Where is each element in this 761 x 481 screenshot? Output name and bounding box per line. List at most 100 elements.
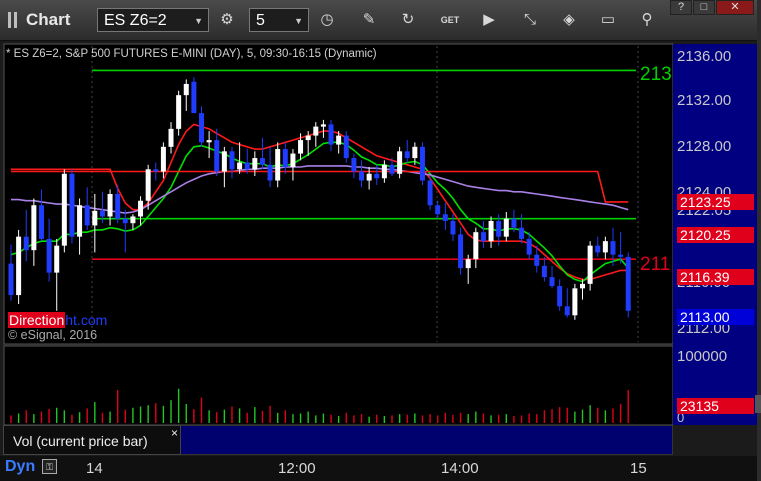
copyright: © eSignal, 2016 [8,328,98,342]
candle-body [84,205,90,226]
candle-body [618,254,624,257]
candle-body [138,200,144,217]
candle-body [572,288,578,316]
candle-body [259,158,265,165]
comment-icon[interactable]: ▭ [597,9,619,31]
close-icon[interactable]: × [171,426,178,440]
interval-select[interactable]: 5 ▼ [249,8,309,32]
candle-body [541,265,547,278]
candle-body [595,245,601,253]
candle-body [511,218,517,228]
candle-body [176,95,182,129]
price-label-red: 2116.39 [677,269,754,285]
candle-body [610,241,616,255]
link-icon[interactable]: ⤡ [519,9,541,31]
get-icon[interactable]: GET [439,9,461,31]
volume-tick: 100000 [677,348,728,365]
candle-body [458,234,464,269]
pencil-icon[interactable]: ✎ [358,9,380,31]
grip-icon[interactable] [8,12,20,28]
candle-body [450,220,456,235]
layout-name[interactable]: Dyn [5,458,35,476]
candle-body [221,151,227,172]
candle-body [160,146,166,172]
refresh-icon[interactable]: ↻ [397,9,419,31]
candle-body [107,194,113,217]
price-label-blue: 2113.00 [677,309,754,325]
candle-body [549,277,555,287]
clock-icon[interactable]: ◷ [316,9,338,31]
price-tick: 2132.00 [677,92,732,109]
volume-pane [3,345,674,426]
candle-body [16,236,22,296]
candle-body [130,216,136,224]
candle-body [61,173,67,246]
candle-body [343,135,349,159]
candle-body [69,173,75,237]
lock-icon[interactable]: ⚿ [42,459,57,474]
price-label-red: 2120.25 [677,227,754,243]
candle-body [488,220,494,242]
candle-body [252,158,258,170]
candle-body [244,162,250,170]
candle-body [8,263,14,296]
candle-body [328,124,334,145]
candle-body [602,241,608,253]
candle-body [54,245,60,273]
candle-body [389,164,395,174]
candle-body [145,169,151,201]
candle-body [496,220,502,237]
candle-body [503,218,509,237]
help-button[interactable]: ? [670,0,692,15]
candle-body [115,194,121,219]
candle-body [404,151,410,159]
play-icon[interactable]: ▶ [478,9,500,31]
chart-header: * ES Z6=2, S&P 500 FUTURES E-MINI (DAY),… [6,48,377,60]
candle-body [412,146,418,159]
candle-body [77,205,83,237]
candle-body [267,164,273,181]
candle-body [99,210,105,217]
candle-body [229,151,235,170]
candle-body [92,210,98,226]
candle-body [397,151,403,174]
volume-value-label: 23135 [677,398,754,414]
candle-body [359,171,365,181]
green-level-tag: 213 [640,64,672,85]
cursor-icon[interactable]: ◈ [558,9,580,31]
candle-body [153,169,159,172]
restore-button[interactable]: □ [693,0,715,15]
title-bar: Chart ES Z6=2 ▼ ⚙ 5 ▼ ◷ ✎ ↻ GET ▶ ⤡ ◈ ▭ … [0,0,761,41]
watermark-brand: Directionht.com [8,312,107,328]
close-button[interactable]: ✕ [716,0,754,15]
candle-body [381,164,387,179]
time-tick: 14 [86,460,103,477]
time-axis [0,456,761,481]
pin-icon[interactable]: ⚲ [636,9,658,31]
candle-body [336,135,342,145]
interval-value: 5 [256,12,265,29]
candle-body [206,140,212,143]
candle-body [168,128,174,147]
settings-gear-icon[interactable]: ⚙ [216,9,238,31]
symbol-select[interactable]: ES Z6=2 ▼ [97,8,209,32]
candle-body [580,283,585,289]
candle-body [366,173,372,181]
volume-legend-label[interactable]: Vol (current price bar) [3,425,181,455]
brand-part-b: ht.com [65,312,108,328]
chart-canvas[interactable] [0,42,761,456]
candle-body [351,158,357,172]
price-tick: 2128.00 [677,138,732,155]
candle-body [298,140,304,154]
scrollbar-thumb[interactable] [755,395,761,413]
time-tick: 12:00 [278,460,316,477]
candle-body [419,146,425,181]
symbol-value: ES Z6=2 [104,12,167,29]
candle-body [275,149,281,181]
candle-body [122,218,128,224]
brand-part-a: Direction [8,312,66,328]
chevron-down-icon: ▼ [294,16,303,26]
candle-body [480,232,486,242]
candle-body [313,126,319,136]
price-label-red: 2123.25 [677,194,754,210]
